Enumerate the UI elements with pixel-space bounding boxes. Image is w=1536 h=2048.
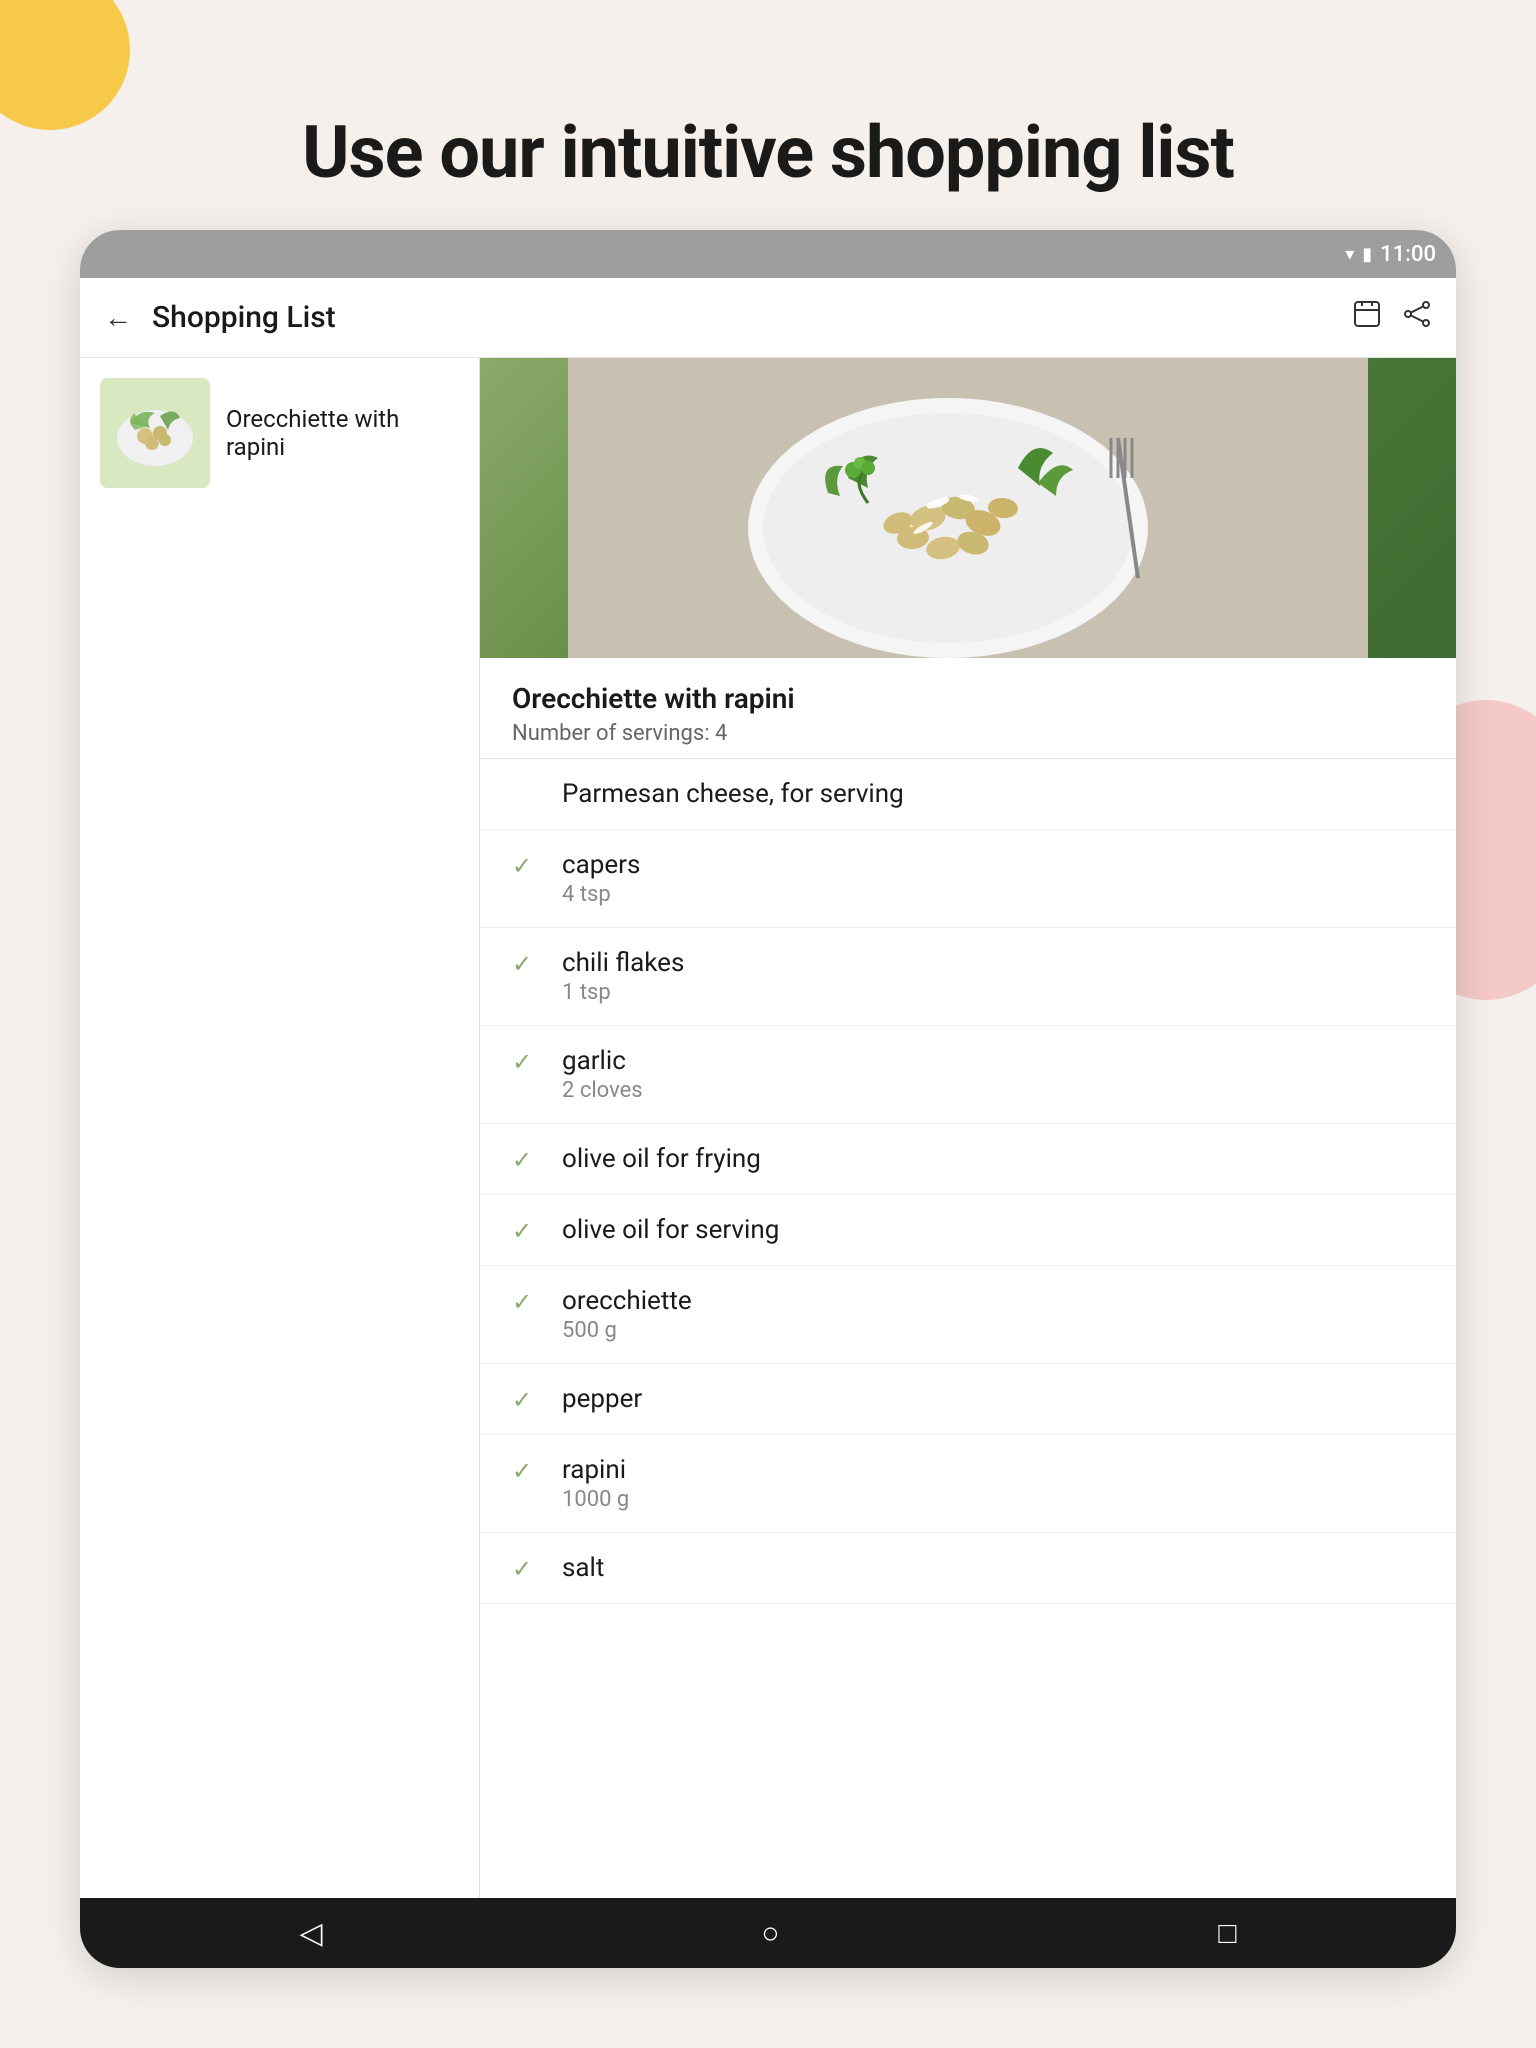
ingredient-amount: 1 tsp	[562, 980, 1424, 1005]
ingredient-name: capers	[562, 850, 1424, 880]
check-icon: ✓	[512, 1146, 542, 1174]
ingredient-text: chili flakes1 tsp	[562, 948, 1424, 1005]
nav-back-button[interactable]: ◁	[299, 1916, 322, 1951]
check-icon: ✓	[512, 1386, 542, 1414]
check-icon: ✓	[512, 1457, 542, 1485]
ingredient-name: salt	[562, 1553, 1424, 1583]
check-icon: ✓	[512, 1555, 542, 1583]
recipe-name-sidebar: Orecchiette with rapini	[226, 405, 459, 461]
check-icon: ✓	[512, 852, 542, 880]
list-item[interactable]: ✓ chili flakes1 tsp	[480, 928, 1456, 1026]
device-frame: ▾ ▮ 11:00 ← Shopping List	[80, 230, 1456, 1968]
ingredient-text: capers4 tsp	[562, 850, 1424, 907]
ingredient-text: olive oil for serving	[562, 1215, 1424, 1245]
recipe-detail-title: Orecchiette with rapini	[512, 682, 1424, 715]
ingredient-text: pepper	[562, 1384, 1424, 1414]
left-panel: Orecchiette with rapini	[80, 358, 480, 1898]
ingredient-name: olive oil for serving	[562, 1215, 1424, 1245]
ingredient-amount: 500 g	[562, 1318, 1424, 1343]
ingredient-amount: 2 cloves	[562, 1078, 1424, 1103]
ingredient-text: salt	[562, 1553, 1424, 1583]
ingredient-text: garlic2 cloves	[562, 1046, 1424, 1103]
app-toolbar: ← Shopping List	[80, 278, 1456, 358]
list-item[interactable]: Parmesan cheese, for serving	[480, 759, 1456, 830]
nav-recent-button[interactable]: □	[1218, 1916, 1236, 1951]
hero-image	[480, 358, 1456, 658]
back-button[interactable]: ←	[104, 301, 132, 334]
list-item[interactable]: ✓ capers4 tsp	[480, 830, 1456, 928]
recipe-servings: Number of servings: 4	[512, 721, 1424, 746]
ingredient-amount: 1000 g	[562, 1487, 1424, 1512]
list-item[interactable]: ✓ garlic2 cloves	[480, 1026, 1456, 1124]
ingredient-name: garlic	[562, 1046, 1424, 1076]
page-heading-area: Use our intuitive shopping list	[0, 50, 1536, 255]
check-icon: ✓	[512, 1288, 542, 1316]
toolbar-actions	[1352, 299, 1432, 336]
right-panel: Orecchiette with rapini Number of servin…	[480, 358, 1456, 1898]
ingredient-name: olive oil for frying	[562, 1144, 1424, 1174]
ingredient-name: rapini	[562, 1455, 1424, 1485]
nav-home-button[interactable]: ○	[761, 1916, 779, 1951]
recipe-detail-header: Orecchiette with rapini Number of servin…	[480, 658, 1456, 759]
ingredient-text: orecchiette500 g	[562, 1286, 1424, 1343]
status-time: 11:00	[1380, 242, 1436, 267]
main-heading: Use our intuitive shopping list	[0, 50, 1536, 255]
ingredient-name: orecchiette	[562, 1286, 1424, 1316]
ingredient-name: chili flakes	[562, 948, 1424, 978]
check-icon: ✓	[512, 1048, 542, 1076]
wifi-icon: ▾	[1345, 244, 1354, 265]
ingredient-text: rapini1000 g	[562, 1455, 1424, 1512]
recipe-card: Orecchiette with rapini	[100, 378, 459, 488]
ingredients-list: Parmesan cheese, for serving ✓ capers4 tsp…	[480, 759, 1456, 1604]
list-item[interactable]: ✓ rapini1000 g	[480, 1435, 1456, 1533]
ingredient-name: pepper	[562, 1384, 1424, 1414]
ingredient-text: Parmesan cheese, for serving	[562, 779, 1424, 809]
share-icon[interactable]	[1402, 299, 1432, 336]
check-icon: ✓	[512, 950, 542, 978]
timer-icon[interactable]	[1352, 299, 1382, 336]
ingredient-amount: 4 tsp	[562, 882, 1424, 907]
content-area: Orecchiette with rapini	[80, 358, 1456, 1898]
list-item[interactable]: ✓ pepper	[480, 1364, 1456, 1435]
toolbar-title: Shopping List	[152, 300, 1352, 335]
status-icons: ▾ ▮ 11:00	[1345, 242, 1436, 267]
ingredient-name: Parmesan cheese, for serving	[562, 779, 1424, 809]
list-item[interactable]: ✓ salt	[480, 1533, 1456, 1604]
status-bar: ▾ ▮ 11:00	[80, 230, 1456, 278]
list-item[interactable]: ✓ orecchiette500 g	[480, 1266, 1456, 1364]
list-item[interactable]: ✓ olive oil for serving	[480, 1195, 1456, 1266]
ingredient-text: olive oil for frying	[562, 1144, 1424, 1174]
check-icon: ✓	[512, 1217, 542, 1245]
list-item[interactable]: ✓ olive oil for frying	[480, 1124, 1456, 1195]
bottom-nav: ◁ ○ □	[80, 1898, 1456, 1968]
recipe-thumbnail	[100, 378, 210, 488]
battery-icon: ▮	[1362, 244, 1372, 265]
